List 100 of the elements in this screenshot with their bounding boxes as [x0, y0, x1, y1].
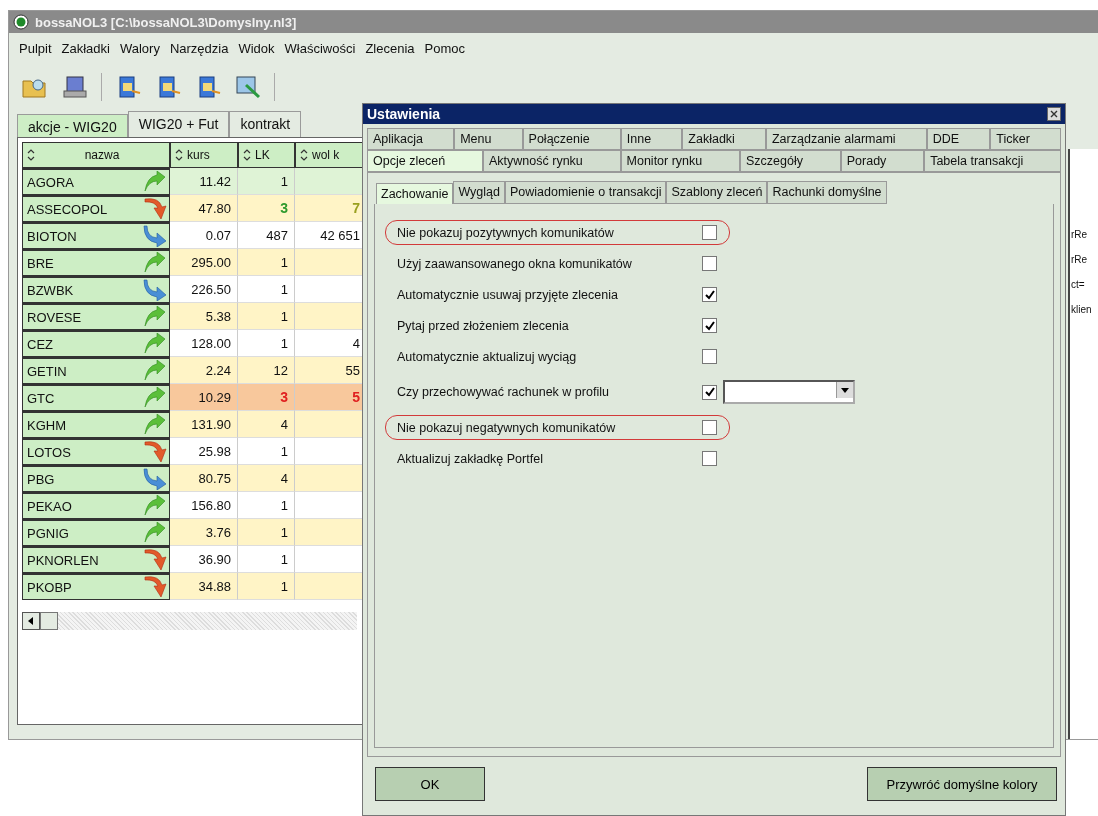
checkbox[interactable] — [702, 451, 717, 466]
checkbox[interactable] — [702, 349, 717, 364]
table-cell: 1 — [238, 573, 295, 600]
stock-name-cell[interactable]: BIOTON — [22, 222, 170, 249]
table-cell: 3 — [238, 384, 295, 411]
up-arrow-icon — [143, 414, 167, 436]
scroll-left-button[interactable] — [22, 612, 40, 630]
tab[interactable]: Aktywność rynku — [483, 150, 621, 172]
checkbox[interactable] — [702, 318, 717, 333]
column-header[interactable]: nazwa — [22, 142, 170, 168]
price-cell: 5.38 — [170, 303, 238, 330]
menu-item[interactable]: Narzędzia — [169, 41, 229, 56]
column-title: nazwa — [83, 148, 121, 162]
tab[interactable]: Tabela transakcji — [924, 150, 1061, 172]
price-cell: 2.24 — [170, 357, 238, 384]
table-cell: 1 — [238, 492, 295, 519]
option-label: Automatycznie usuwaj przyjęte zlecenia — [397, 287, 619, 302]
tab[interactable]: Monitor rynku — [620, 150, 741, 172]
up-arrow-icon — [143, 495, 167, 517]
tab[interactable]: DDE — [926, 128, 991, 150]
price-cell: 3.76 — [170, 519, 238, 546]
tab[interactable]: Zarządzanie alarmami — [766, 128, 927, 150]
stock-name-cell[interactable]: GTC — [22, 384, 170, 411]
stock-name: KGHM — [27, 417, 66, 433]
restore-colors-button[interactable]: Przywróć domyślne kolory — [867, 767, 1057, 801]
checkbox[interactable] — [702, 256, 717, 271]
checkbox[interactable] — [702, 225, 717, 240]
stock-name: PGNIG — [27, 525, 69, 541]
price-cell: 80.75 — [170, 465, 238, 492]
price-cell: 34.88 — [170, 573, 238, 600]
stock-name-cell[interactable]: PEKAO — [22, 492, 170, 519]
checkbox[interactable] — [702, 287, 717, 302]
column-header[interactable]: LK — [238, 142, 295, 168]
column-header[interactable]: kurs — [170, 142, 238, 168]
disk-icon[interactable] — [61, 73, 89, 101]
stock-name-cell[interactable]: AGORA — [22, 168, 170, 195]
tab[interactable]: Szablony zleceń — [666, 181, 768, 204]
stock-name-cell[interactable]: GETIN — [22, 357, 170, 384]
tab[interactable]: Zachowanie — [376, 183, 454, 204]
stock-name-cell[interactable]: BZWBK — [22, 276, 170, 303]
tab[interactable]: kontrakt — [229, 111, 302, 137]
sort-icon[interactable] — [27, 148, 35, 162]
tab[interactable]: Szczegóły — [740, 150, 841, 172]
up-arrow-icon — [143, 171, 167, 193]
down-arrow-icon — [143, 441, 167, 463]
stock-name-cell[interactable]: PGNIG — [22, 519, 170, 546]
window-title: bossaNOL3 [C:\bossaNOL3\Domyslny.nl3] — [35, 14, 297, 30]
tab[interactable]: Aplikacja — [367, 128, 455, 150]
stock-name-cell[interactable]: KGHM — [22, 411, 170, 438]
text-fragment: rRe — [1071, 254, 1088, 265]
tab[interactable]: Ticker — [990, 128, 1061, 150]
option-label: Użyj zaawansowanego okna komunikatów — [397, 256, 633, 271]
stock-name-cell[interactable]: PKOBP — [22, 573, 170, 600]
tab[interactable]: akcje - WIG20 — [17, 114, 128, 137]
dialog-title: Ustawienia — [367, 106, 441, 122]
sort-icon[interactable] — [300, 148, 308, 162]
stock-name-cell[interactable]: PBG — [22, 465, 170, 492]
stock-name: ASSECOPOL — [27, 201, 108, 217]
menu-item[interactable]: Pomoc — [424, 41, 465, 56]
tab[interactable]: Połączenie — [522, 128, 621, 150]
sort-icon[interactable] — [175, 148, 183, 162]
menu-item[interactable]: Zakładki — [61, 41, 110, 56]
ok-button[interactable]: OK — [375, 767, 485, 801]
down-arrow-icon — [143, 576, 167, 598]
stock-name: LOTOS — [27, 444, 71, 460]
curved-arrow-icon — [143, 225, 167, 247]
price-cell: 295.00 — [170, 249, 238, 276]
option-label: Nie pokazuj negatywnych komunikatów — [397, 420, 617, 435]
menu-item[interactable]: Walory — [119, 41, 160, 56]
stock-name-cell[interactable]: ROVESE — [22, 303, 170, 330]
stock-name-cell[interactable]: PKNORLEN — [22, 546, 170, 573]
left-arrow-icon — [28, 617, 34, 625]
app-icon — [13, 14, 29, 30]
price-cell: 226.50 — [170, 276, 238, 303]
menu-item[interactable]: Pulpit — [19, 41, 52, 56]
menu-item[interactable]: Widok — [238, 41, 275, 56]
scroll-thumb[interactable] — [40, 612, 58, 630]
stock-name-cell[interactable]: CEZ — [22, 330, 170, 357]
tab[interactable]: WIG20 + Fut — [127, 111, 230, 137]
tab[interactable]: Powiadomienie o transakcji — [505, 181, 667, 204]
tab[interactable]: Opcje zleceń — [367, 150, 483, 172]
stock-name-cell[interactable]: ASSECOPOL — [22, 195, 170, 222]
stock-name-cell[interactable]: LOTOS — [22, 438, 170, 465]
dropdown[interactable] — [723, 380, 855, 404]
tab[interactable]: Porady — [840, 150, 925, 172]
menu-item[interactable]: Właściwości — [284, 41, 356, 56]
tab[interactable]: Menu — [454, 128, 523, 150]
checkbox[interactable] — [702, 420, 717, 435]
tab[interactable]: Zakładki — [682, 128, 766, 150]
column-title: wol k — [312, 148, 341, 162]
option-label: Aktualizuj zakładkę Portfel — [397, 451, 544, 466]
checkbox[interactable] — [702, 384, 717, 400]
close-button[interactable] — [1047, 107, 1061, 121]
tab[interactable]: Wygląd — [453, 181, 505, 204]
menu-item[interactable]: Zlecenia — [365, 41, 415, 56]
stock-name-cell[interactable]: BRE — [22, 249, 170, 276]
monitor-icon[interactable] — [234, 73, 262, 101]
tab[interactable]: Inne — [620, 128, 683, 150]
tab[interactable]: Rachunki domyślne — [767, 181, 887, 204]
sort-icon[interactable] — [243, 148, 251, 162]
